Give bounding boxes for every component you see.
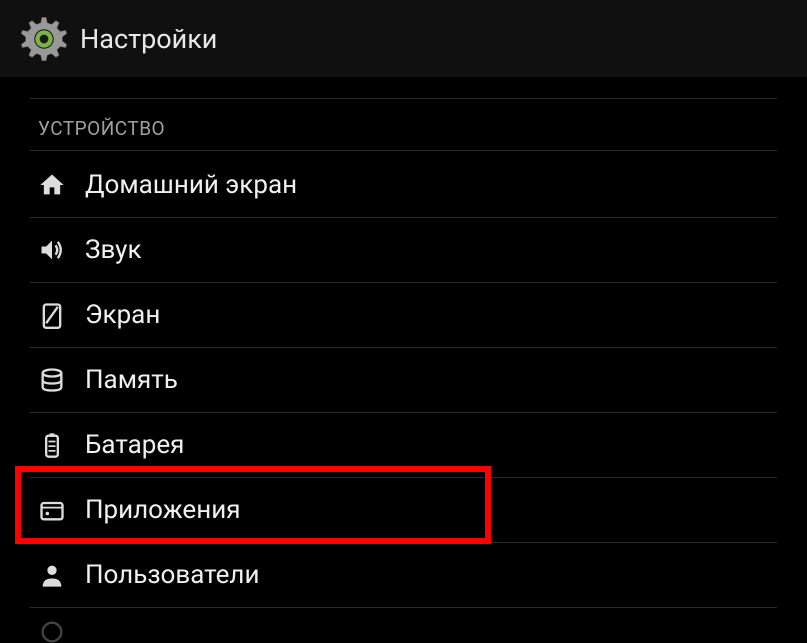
settings-list: УСТРОЙСТВО Домашний экран Звук Экран Пам… [0,77,807,643]
partial-next-item[interactable] [30,608,777,643]
header-bar: Настройки [0,0,807,77]
users-icon [30,561,85,589]
menu-label: Экран [85,300,160,330]
partial-previous-item[interactable] [30,77,777,99]
menu-label: Пользователи [85,560,259,590]
generic-icon [30,618,85,643]
page-title: Настройки [80,23,217,55]
menu-label: Домашний экран [85,170,297,200]
home-icon [30,171,85,199]
menu-item-sound[interactable]: Звук [30,218,777,283]
menu-item-memory[interactable]: Память [30,348,777,413]
menu-label: Память [85,365,178,395]
storage-icon [30,366,85,394]
apps-icon [30,496,85,524]
menu-label: Приложения [85,495,240,525]
battery-icon [30,431,85,459]
menu-item-battery[interactable]: Батарея [30,413,777,478]
menu-label: Звук [85,235,142,265]
settings-icon [16,11,72,67]
menu-item-display[interactable]: Экран [30,283,777,348]
menu-item-apps[interactable]: Приложения [30,478,777,543]
menu-label: Батарея [85,430,184,460]
menu-item-users[interactable]: Пользователи [30,543,777,608]
section-header-device: УСТРОЙСТВО [30,99,777,151]
sound-icon [30,236,85,264]
menu-item-home-screen[interactable]: Домашний экран [30,153,777,218]
display-icon [30,301,85,329]
